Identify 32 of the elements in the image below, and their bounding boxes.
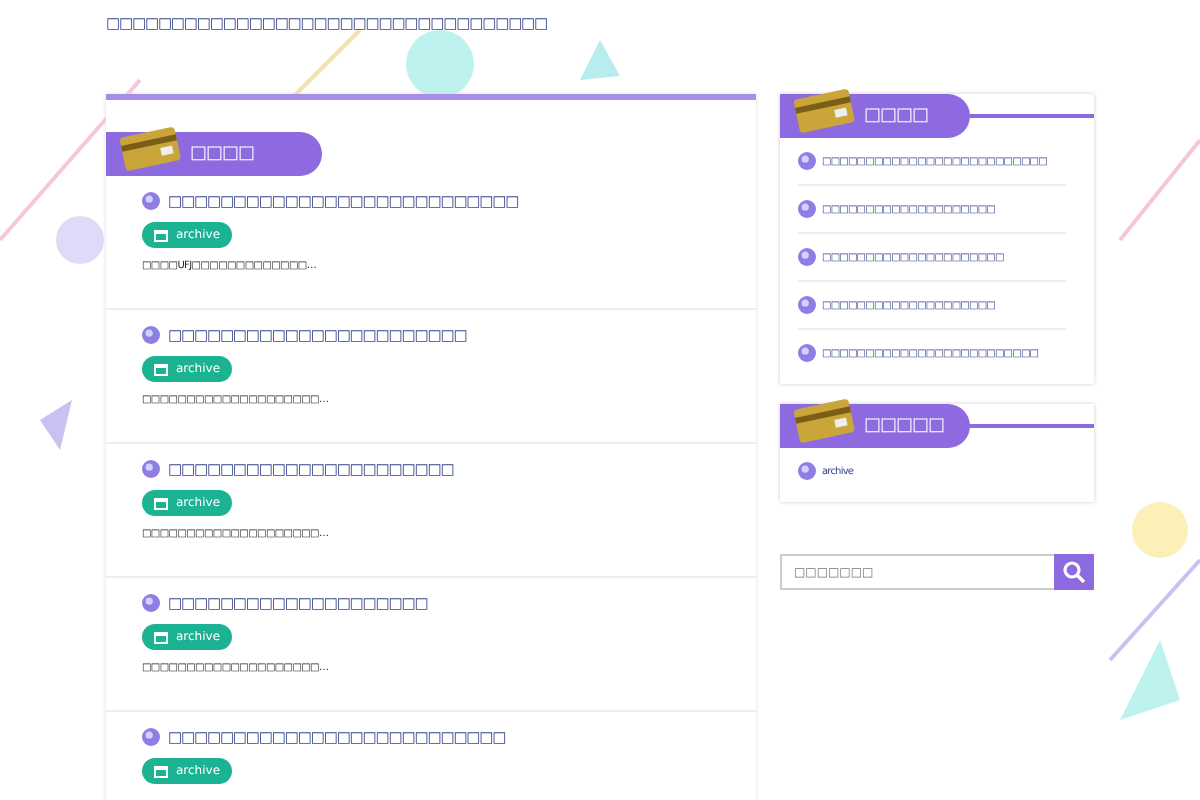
decorative-line: [1118, 138, 1200, 242]
folder-icon: [154, 765, 168, 777]
bullet-icon: [798, 248, 816, 266]
folder-icon: [154, 631, 168, 643]
bullet-icon: [798, 344, 816, 362]
search-icon: [1062, 560, 1086, 584]
folder-icon: [154, 229, 168, 241]
bullet-icon: [142, 326, 160, 344]
bullet-icon: [142, 594, 160, 612]
section-heading: □□□□: [106, 132, 322, 176]
bullet-icon: [142, 728, 160, 746]
folder-icon: [154, 363, 168, 375]
credit-card-icon: [118, 122, 182, 174]
decorative-line: [1108, 558, 1200, 662]
decorative-circle: [56, 216, 104, 264]
widget-heading: □□□□: [780, 94, 970, 138]
decorative-circle: [406, 30, 474, 98]
credit-card-icon: [792, 84, 856, 136]
folder-icon: [154, 497, 168, 509]
bullet-icon: [142, 460, 160, 478]
bullet-icon: [798, 200, 816, 218]
widget-heading: □□□□□: [780, 404, 970, 448]
bullet-icon: [142, 192, 160, 210]
decorative-triangle: [580, 40, 620, 80]
decorative-triangle: [40, 400, 72, 450]
decorative-circle: [1132, 502, 1188, 558]
bullet-icon: [798, 152, 816, 170]
credit-card-icon: [792, 394, 856, 446]
bullet-icon: [798, 462, 816, 480]
decorative-triangle: [1120, 640, 1180, 720]
search-button[interactable]: [1054, 554, 1094, 590]
bullet-icon: [798, 296, 816, 314]
